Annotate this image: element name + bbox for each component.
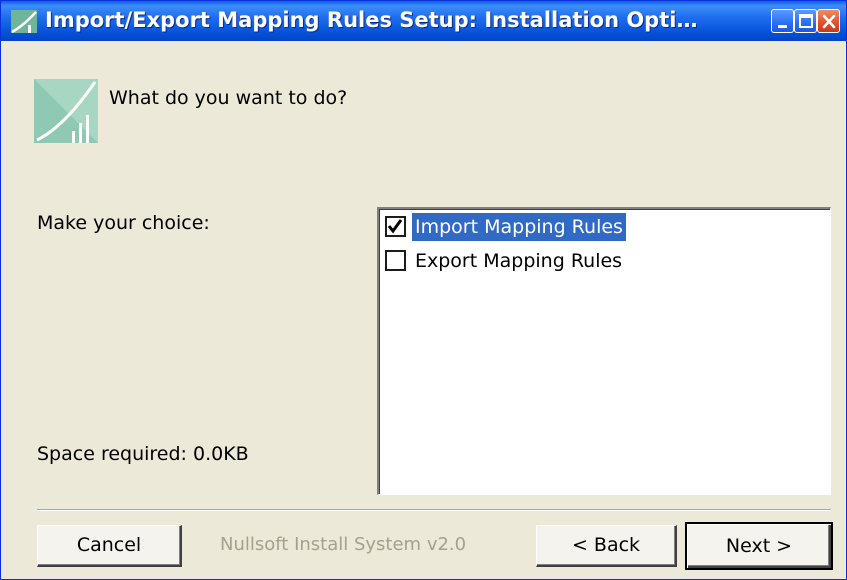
maximize-icon	[799, 14, 813, 28]
cancel-button[interactable]: Cancel	[37, 525, 182, 567]
back-button[interactable]: < Back	[536, 525, 677, 567]
export-checkbox[interactable]	[385, 250, 406, 271]
close-button[interactable]	[817, 9, 840, 33]
installer-chart-icon	[11, 10, 37, 33]
installer-branding: Nullsoft Install System v2.0	[220, 534, 467, 555]
checkmark-icon	[387, 219, 403, 234]
maximize-button[interactable]	[794, 9, 817, 33]
component-label-import: Import Mapping Rules	[412, 213, 626, 241]
import-checkbox[interactable]	[385, 216, 406, 237]
installer-chart-logo	[34, 79, 98, 143]
component-label-export: Export Mapping Rules	[415, 250, 623, 272]
installer-window: Import/Export Mapping Rules Setup: Insta…	[0, 0, 847, 580]
space-required-label: Space required: 0.0KB	[37, 443, 249, 465]
minimize-icon	[778, 25, 787, 28]
page-question: What do you want to do?	[109, 87, 348, 109]
close-icon	[822, 14, 836, 29]
choice-label: Make your choice:	[37, 212, 210, 234]
window-title: Import/Export Mapping Rules Setup: Insta…	[45, 8, 698, 32]
next-button[interactable]: Next >	[685, 522, 833, 570]
components-listbox[interactable]: Import Mapping Rules Export Mapping Rule…	[377, 207, 831, 495]
minimize-button[interactable]	[771, 9, 794, 33]
footer-divider-highlight	[37, 510, 831, 511]
title-bar[interactable]: Import/Export Mapping Rules Setup: Insta…	[1, 1, 846, 41]
